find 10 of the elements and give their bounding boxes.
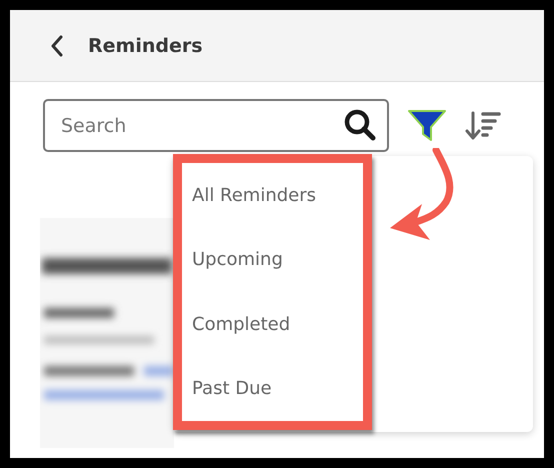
chevron-left-icon <box>50 34 64 56</box>
menu-item[interactable]: Upcoming <box>192 245 363 274</box>
search-icon <box>343 108 377 142</box>
menu-item[interactable]: Completed <box>192 310 363 339</box>
menu-item[interactable]: All Reminders <box>192 180 363 210</box>
sort-button[interactable] <box>465 110 501 142</box>
menu-item[interactable]: Past Due <box>192 374 363 404</box>
filter-button[interactable] <box>407 108 447 142</box>
page-title: Reminders <box>88 34 203 56</box>
search-field[interactable]: Search <box>43 99 389 152</box>
